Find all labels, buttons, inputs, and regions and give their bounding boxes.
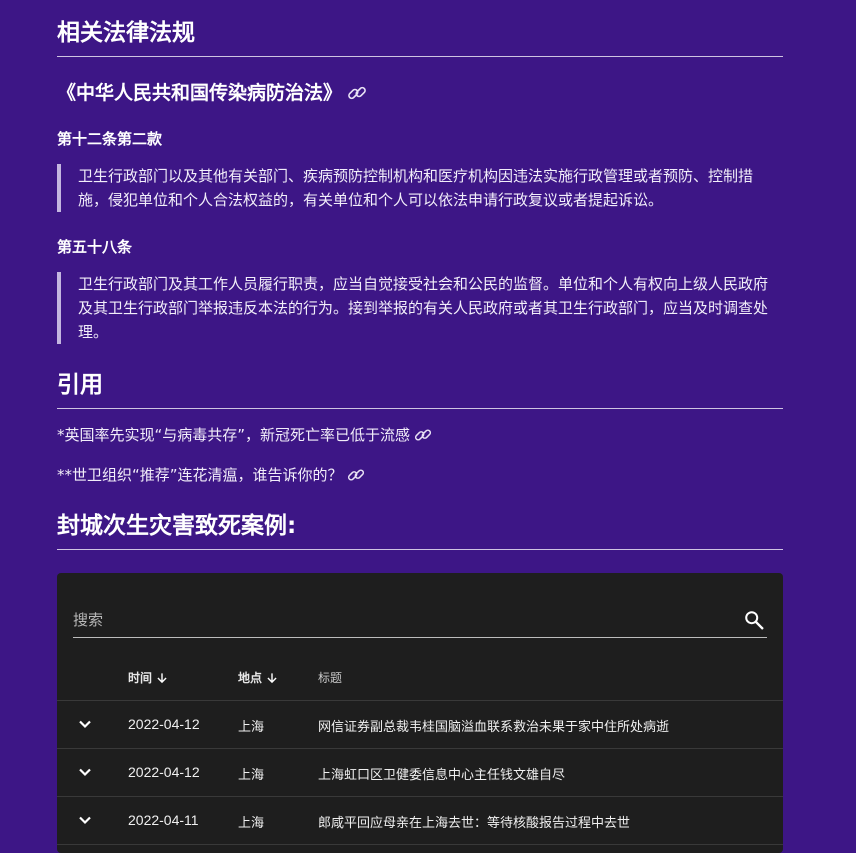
- search-input[interactable]: [73, 609, 713, 631]
- table-row[interactable]: 2022-04-11 上海 郎咸平回应母亲在上海去世：等待核酸报告过程中去世: [57, 797, 783, 845]
- column-header-time[interactable]: 时间: [128, 669, 169, 686]
- link-icon[interactable]: [346, 465, 366, 485]
- table-row[interactable]: 2022-04-12 上海 网信证券副总裁韦桂国脑溢血联系救治未果于家中住所处病…: [57, 701, 783, 749]
- row-date: 2022-04-12: [128, 764, 200, 780]
- row-date: 2022-04-12: [128, 716, 200, 732]
- link-icon[interactable]: [413, 425, 433, 445]
- link-icon[interactable]: [346, 82, 368, 104]
- column-header-place[interactable]: 地点: [238, 669, 279, 686]
- row-place: 上海: [238, 768, 265, 783]
- row-title: 上海虹口区卫健委信息中心主任钱文雄自尽: [318, 768, 566, 783]
- search-bar: [73, 603, 767, 638]
- column-header-title[interactable]: 标题: [318, 669, 342, 686]
- column-label[interactable]: 地点: [238, 669, 262, 686]
- article-1: 第十二条第二款 卫生行政部门以及其他有关部门、疾病预防控制机构和医疗机构因违法实…: [57, 128, 783, 212]
- arrow-down-icon[interactable]: [155, 671, 169, 685]
- row-place: 上海: [238, 816, 265, 831]
- reference-item[interactable]: **世卫组织“推荐”连花清瘟，谁告诉你的？: [57, 464, 366, 486]
- row-place: 上海: [238, 720, 265, 735]
- cases-table: 时间 地点 标题 2022-04-12 上海 网信证券副总裁韦桂国脑溢血联系救治…: [57, 573, 783, 853]
- chevron-down-icon[interactable]: [73, 808, 97, 832]
- row-date: 2022-04-11: [128, 812, 199, 828]
- row-title: 网信证券副总裁韦桂国脑溢血联系救治未果于家中住所处病逝: [318, 720, 670, 735]
- article-title: 第五十八条: [57, 238, 133, 256]
- article-text: 卫生行政部门及其工作人员履行职责，应当自觉接受社会和公民的监督。单位和个人有权向…: [57, 272, 783, 344]
- reference-item[interactable]: *英国率先实现“与病毒共存”，新冠死亡率已低于流感: [57, 424, 433, 446]
- article-2: 第五十八条 卫生行政部门及其工作人员履行职责，应当自觉接受社会和公民的监督。单位…: [57, 236, 783, 344]
- law-title-text[interactable]: 《中华人民共和国传染病防治法》: [57, 80, 342, 106]
- reference-text[interactable]: **世卫组织“推荐”连花清瘟，谁告诉你的？: [57, 464, 343, 486]
- references-heading: 引用: [57, 370, 783, 409]
- row-title: 郎咸平回应母亲在上海去世：等待核酸报告过程中去世: [318, 816, 631, 831]
- table-header: 时间 地点 标题: [57, 653, 783, 701]
- reference-text[interactable]: *英国率先实现“与病毒共存”，新冠死亡率已低于流感: [57, 424, 410, 446]
- table-row[interactable]: 2022-04-12 上海 上海虹口区卫健委信息中心主任钱文雄自尽: [57, 749, 783, 797]
- column-label[interactable]: 标题: [318, 669, 342, 686]
- chevron-down-icon[interactable]: [73, 712, 97, 736]
- search-icon[interactable]: [743, 609, 765, 631]
- arrow-down-icon[interactable]: [265, 671, 279, 685]
- article-text: 卫生行政部门以及其他有关部门、疾病预防控制机构和医疗机构因违法实施行政管理或者预…: [57, 164, 783, 212]
- article-title: 第十二条第二款: [57, 130, 163, 148]
- column-label[interactable]: 时间: [128, 669, 152, 686]
- laws-heading: 相关法律法规: [57, 18, 783, 57]
- cases-heading: 封城次生灾害致死案例:: [57, 511, 783, 550]
- chevron-down-icon[interactable]: [73, 760, 97, 784]
- law-title[interactable]: 《中华人民共和国传染病防治法》: [57, 80, 368, 106]
